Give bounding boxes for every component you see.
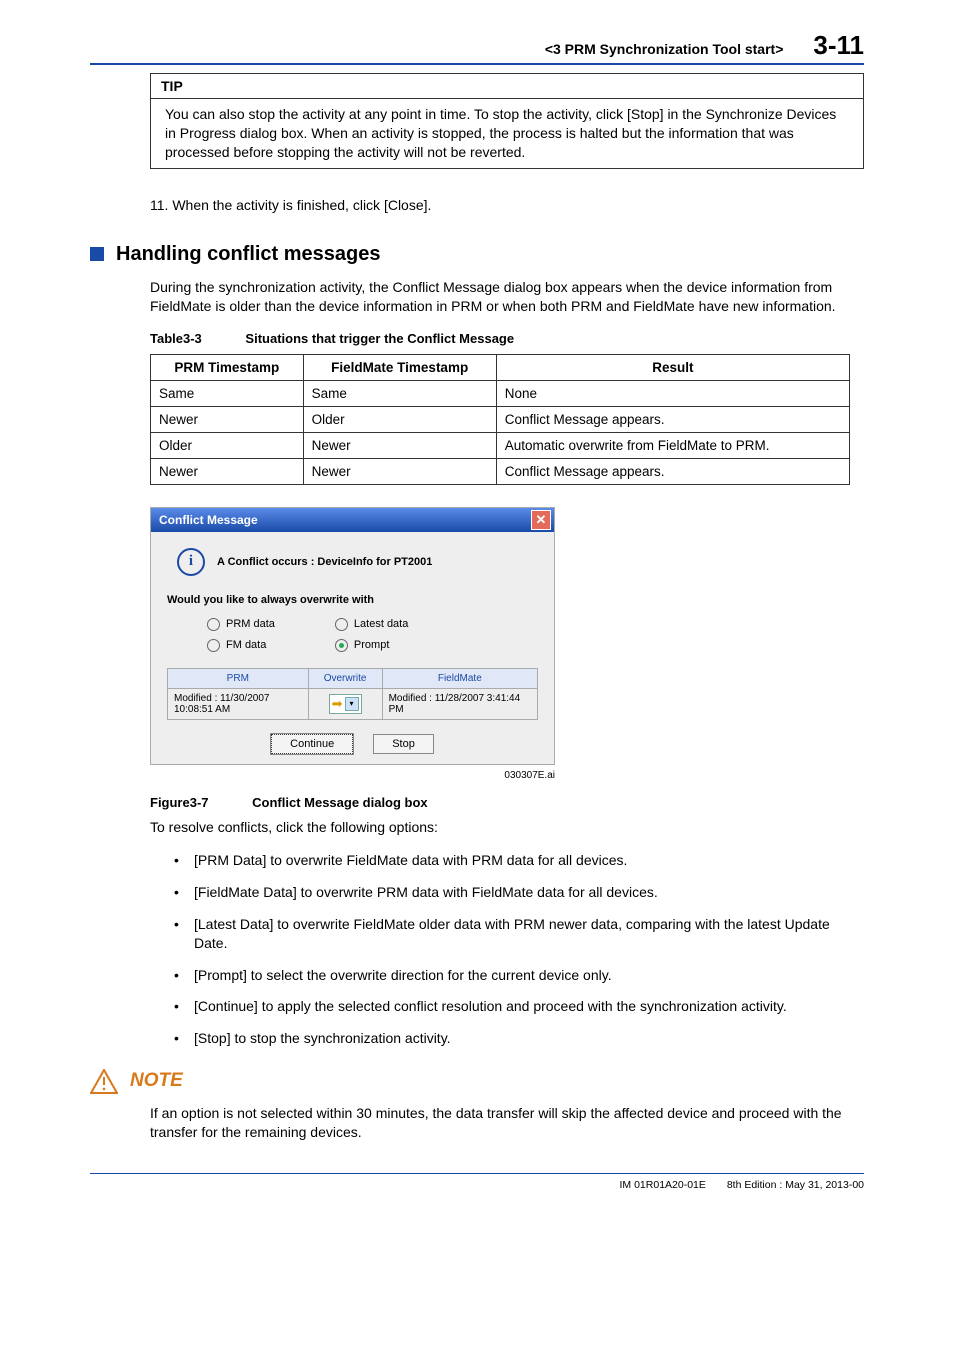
page-header: <3 PRM Synchronization Tool start> 3-11 [90,30,864,65]
dlg-th-overwrite: Overwrite [308,668,382,688]
footer-edition: 8th Edition : May 31, 2013-00 [727,1179,864,1191]
tip-label: TIP [151,74,863,99]
tip-body: You can also stop the activity at any po… [151,99,863,168]
arrow-right-icon: ➡ [332,696,343,712]
continue-button[interactable]: Continue [271,734,353,754]
table-caption-title: Situations that trigger the Conflict Mes… [245,331,514,346]
overwrite-selector[interactable]: ➡▾ [308,688,382,719]
list-item: [Stop] to stop the synchronization activ… [174,1029,864,1049]
conflict-table: PRM Timestamp FieldMate Timestamp Result… [150,354,850,485]
table-row: NewerOlderConflict Message appears. [151,406,850,432]
dlg-mod-fm: Modified : 11/28/2007 3:41:44 PM [382,688,537,719]
dialog-screenshot: Conflict Message ✕ i A Conflict occurs :… [150,507,555,765]
resolve-intro: To resolve conflicts, click the followin… [150,818,864,838]
radio-fm-data[interactable]: FM data [207,639,275,652]
figure-caption-title: Conflict Message dialog box [252,795,428,810]
header-title: <3 PRM Synchronization Tool start> [545,41,784,57]
list-item: [FieldMate Data] to overwrite PRM data w… [174,883,864,903]
list-item: [Prompt] to select the overwrite directi… [174,966,864,986]
options-list: [PRM Data] to overwrite FieldMate data w… [174,851,864,1048]
stop-button[interactable]: Stop [373,734,434,754]
chevron-down-icon: ▾ [345,697,359,711]
note-body: If an option is not selected within 30 m… [150,1104,864,1143]
figure-reference: 030307E.ai [150,770,555,781]
table-row: SameSameNone [151,380,850,406]
note-header: NOTE [90,1069,864,1094]
figure-caption: Figure3-7 Conflict Message dialog box [150,795,864,810]
warning-icon [90,1069,118,1094]
dialog-question: Would you like to always overwrite with [167,594,538,606]
intro-paragraph: During the synchronization activity, the… [150,278,864,317]
list-item: [Continue] to apply the selected conflic… [174,997,864,1017]
section-heading: Handling conflict messages [90,243,864,266]
tip-box: TIP You can also stop the activity at an… [150,73,864,169]
heading-bullet-icon [90,247,104,261]
radio-prm-data[interactable]: PRM data [207,618,275,631]
table-header-row: PRM Timestamp FieldMate Timestamp Result [151,354,850,380]
radio-prompt[interactable]: Prompt [335,639,408,652]
close-icon[interactable]: ✕ [531,510,551,530]
conflict-text: A Conflict occurs : DeviceInfo for PT200… [217,556,432,568]
th-prm: PRM Timestamp [151,354,304,380]
table-row: OlderNewerAutomatic overwrite from Field… [151,432,850,458]
radio-latest-data[interactable]: Latest data [335,618,408,631]
note-label: NOTE [130,1070,183,1092]
figure-caption-label: Figure3-7 [150,795,209,810]
dlg-th-fieldmate: FieldMate [382,668,537,688]
info-icon: i [177,548,205,576]
footer-doc-id: IM 01R01A20-01E [620,1179,706,1191]
th-result: Result [496,354,849,380]
table-caption-label: Table3-3 [150,331,202,346]
dialog-titlebar: Conflict Message ✕ [151,508,554,532]
heading-text: Handling conflict messages [116,243,381,266]
page-footer: IM 01R01A20-01E 8th Edition : May 31, 20… [90,1173,864,1191]
th-fm: FieldMate Timestamp [303,354,496,380]
dialog-table: PRM Overwrite FieldMate Modified : 11/30… [167,668,538,720]
list-item: [PRM Data] to overwrite FieldMate data w… [174,851,864,871]
list-item: [Latest Data] to overwrite FieldMate old… [174,915,864,954]
dlg-th-prm: PRM [168,668,309,688]
step-11: 11. When the activity is finished, click… [150,197,864,213]
table-caption: Table3-3 Situations that trigger the Con… [150,331,864,346]
dialog-title: Conflict Message [159,513,258,527]
page-number: 3-11 [813,30,864,61]
table-row: NewerNewerConflict Message appears. [151,458,850,484]
dlg-mod-prm: Modified : 11/30/2007 10:08:51 AM [168,688,309,719]
